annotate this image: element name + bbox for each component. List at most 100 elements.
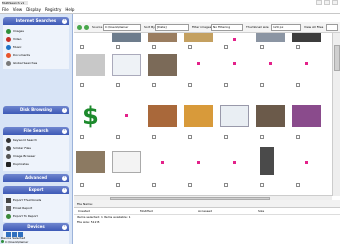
select-checkbox[interactable] [116, 45, 120, 49]
section-title: Disk Browsing [19, 107, 53, 112]
source-select[interactable]: C:\Users\Owner [103, 24, 141, 31]
images-icon [6, 28, 11, 34]
sidebar: Internet Searches ˄ Images Video Music D… [0, 14, 73, 244]
select-checkbox[interactable] [188, 183, 192, 187]
select-checkbox[interactable] [296, 83, 300, 87]
thumbnail-cell[interactable] [254, 143, 288, 187]
select-checkbox[interactable] [152, 183, 156, 187]
source-label: Source [92, 25, 103, 29]
size-select[interactable]: 120 px [271, 24, 301, 31]
sidebar-item-keyword-search[interactable]: Keyword Search [6, 137, 37, 143]
view-select[interactable] [326, 24, 338, 31]
close-button[interactable] [332, 0, 338, 5]
select-checkbox[interactable] [188, 45, 192, 49]
minimize-button[interactable] [316, 0, 322, 5]
thumbnail-cell[interactable] [74, 52, 108, 91]
thumbnail-cell[interactable] [218, 143, 252, 187]
title-bar: MultiSearch v1 [0, 0, 340, 7]
select-checkbox[interactable] [116, 183, 120, 187]
thumbnail-cell[interactable] [146, 52, 180, 91]
thumbnail-cell[interactable] [290, 52, 324, 91]
scroll-thumb[interactable] [334, 45, 340, 71]
vertical-scrollbar[interactable] [332, 33, 340, 196]
back-icon[interactable] [77, 25, 82, 30]
chevron-up-icon[interactable]: ˄ [62, 18, 67, 24]
maximize-button[interactable] [324, 0, 330, 5]
sidebar-item-similar-files[interactable]: Similar Files [6, 145, 31, 151]
screenshot-thumbnail [112, 54, 141, 76]
thumbnail-cell[interactable] [146, 143, 180, 187]
thumbnail-cell[interactable] [74, 143, 108, 187]
select-checkbox[interactable] [260, 135, 264, 139]
select-checkbox[interactable] [224, 135, 228, 139]
chevron-down-icon[interactable]: ˅ [62, 175, 67, 181]
toolbar: Source C:\Users\Owner Sort By [Date] Fil… [74, 22, 340, 33]
sidebar-item-global-searches[interactable]: Global Searches [6, 60, 37, 66]
thumbnail-cell[interactable] [182, 143, 216, 187]
section-internet-searches[interactable]: Internet Searches ˄ [3, 17, 69, 25]
section-export[interactable]: Export ˄ [3, 186, 69, 194]
select-checkbox[interactable] [152, 135, 156, 139]
select-checkbox[interactable] [188, 83, 192, 87]
panel-file-search: Keyword Search Similar Files Image Brows… [3, 135, 69, 171]
thumbnail-cell[interactable] [182, 52, 216, 91]
select-checkbox[interactable] [224, 45, 228, 49]
chevron-up-icon[interactable]: ˄ [62, 128, 67, 134]
thumbnail-cell[interactable] [290, 91, 324, 139]
thumbnail-cell[interactable] [110, 91, 144, 139]
thumbnail-cell[interactable] [218, 52, 252, 91]
sidebar-item-image-browser[interactable]: Image Browser [6, 153, 36, 159]
section-disk-browsing[interactable]: Disk Browsing ˅ [3, 106, 69, 114]
thumbnail-cell[interactable] [182, 91, 216, 139]
select-checkbox[interactable] [224, 183, 228, 187]
select-checkbox[interactable] [152, 83, 156, 87]
select-checkbox[interactable] [296, 183, 300, 187]
forward-icon[interactable] [84, 25, 89, 30]
chevron-up-icon[interactable]: ˄ [62, 187, 67, 193]
sidebar-item-documents[interactable]: Documents [6, 52, 30, 58]
select-checkbox[interactable] [260, 183, 264, 187]
select-checkbox[interactable] [296, 135, 300, 139]
select-checkbox[interactable] [80, 183, 84, 187]
sidebar-item-images[interactable]: Images [6, 28, 24, 34]
mode-select[interactable]: No Filtering [211, 24, 243, 31]
select-checkbox[interactable] [80, 45, 84, 49]
thumbnail-cell[interactable] [146, 91, 180, 139]
select-checkbox[interactable] [116, 135, 120, 139]
photo-thumbnail [184, 33, 213, 42]
file-marker [233, 38, 236, 41]
photo-thumbnail [256, 33, 285, 42]
sort-select[interactable]: [Date] [155, 24, 189, 31]
sidebar-item-export-thumbnails[interactable]: Export Thumbnails [6, 197, 41, 203]
section-devices[interactable]: Devices ˄ [3, 223, 69, 231]
thumbnail-cell[interactable] [110, 143, 144, 187]
chevron-up-icon[interactable]: ˄ [62, 224, 67, 230]
dollar-icon: $ [76, 104, 105, 128]
sidebar-item-music[interactable]: Music [6, 44, 22, 50]
select-checkbox[interactable] [224, 83, 228, 87]
select-checkbox[interactable] [296, 45, 300, 49]
section-advanced[interactable]: Advanced ˅ [3, 174, 69, 182]
status-line: File size: 512 B [77, 220, 100, 224]
thumbnail-cell[interactable] [290, 143, 324, 187]
thumbnail-cell[interactable] [254, 52, 288, 91]
sidebar-item-duplicates[interactable]: Duplicates [6, 161, 29, 167]
thumbnail-cell[interactable] [254, 91, 288, 139]
sidebar-item-export-to-report[interactable]: Export To Report [6, 213, 38, 219]
select-checkbox[interactable] [260, 45, 264, 49]
sidebar-item-video[interactable]: Video [6, 36, 21, 42]
select-checkbox[interactable] [80, 83, 84, 87]
magnifier-icon [6, 137, 11, 143]
section-file-search[interactable]: File Search ˄ [3, 127, 69, 135]
select-checkbox[interactable] [260, 83, 264, 87]
select-checkbox[interactable] [188, 135, 192, 139]
device-selected[interactable]: C:\Users\Owner [1, 240, 28, 244]
sidebar-item-email-report[interactable]: Email Report [6, 205, 32, 211]
thumbnail-cell[interactable] [218, 91, 252, 139]
select-checkbox[interactable] [80, 135, 84, 139]
select-checkbox[interactable] [116, 83, 120, 87]
select-checkbox[interactable] [152, 45, 156, 49]
thumbnail-cell[interactable]: $ [74, 91, 108, 139]
thumbnail-cell[interactable] [110, 52, 144, 91]
chevron-down-icon[interactable]: ˅ [62, 107, 67, 113]
